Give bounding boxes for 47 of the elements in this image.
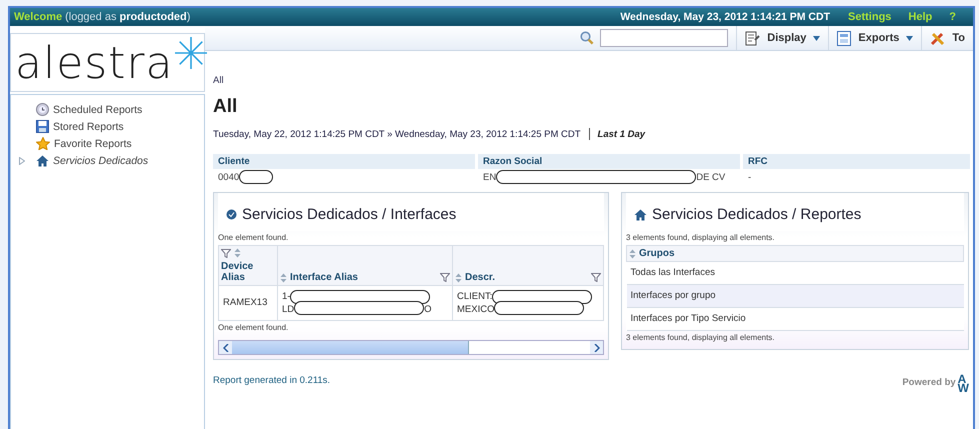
field-value: DE CV xyxy=(696,172,726,182)
welcome-label: Welcome xyxy=(14,11,62,23)
table-cell: Interfaces por Tipo Servicio xyxy=(626,308,964,330)
result-count: One element found. xyxy=(218,323,290,332)
column-header[interactable]: Descr. xyxy=(452,246,604,286)
field-value: - xyxy=(748,172,752,182)
nav-row[interactable]: Scheduled Reports xyxy=(19,102,204,117)
panel-title: Servicios Dedicados / Interfaces xyxy=(242,206,456,223)
period-label: Last 1 Day xyxy=(598,128,646,140)
result-count: 3 elements found, displaying all elements. xyxy=(626,233,776,242)
table-cell: 1- LD O xyxy=(278,286,452,320)
exports-button[interactable]: Exports xyxy=(828,26,922,50)
nav-item[interactable]: Scheduled Reports xyxy=(53,104,142,116)
table-cell: Interfaces por grupo xyxy=(626,284,964,308)
breadcrumb-link[interactable]: All xyxy=(213,75,973,86)
result-count: One element found. xyxy=(218,233,290,242)
column-header: RFC xyxy=(743,154,970,169)
generation-time: Report generated in 0.211s. xyxy=(213,375,330,386)
nav-item[interactable]: Favorite Reports xyxy=(54,138,132,150)
column-header[interactable]: Grupos xyxy=(626,246,964,262)
display-button[interactable]: Display xyxy=(736,26,828,50)
nav-item[interactable]: Servicios Dedicados xyxy=(53,154,148,166)
date-time: Wednesday, May 23, 2012 1:14:21 PM CDT xyxy=(620,11,830,23)
panel-title: Servicios Dedicados / Reportes xyxy=(652,206,862,223)
nav-item[interactable]: Stored Reports xyxy=(53,120,124,132)
page-title: All xyxy=(213,96,238,118)
result-count: 3 elements found, displaying all elements. xyxy=(626,333,776,342)
top-link[interactable]: ? xyxy=(949,11,956,23)
logged-as-text: (logged as productoded) xyxy=(65,11,190,23)
field-value: 0040 xyxy=(218,172,240,182)
top-link[interactable]: Help xyxy=(908,11,932,23)
column-header[interactable]: Interface Alias xyxy=(278,246,452,286)
column-header: Cliente xyxy=(213,154,475,169)
field-value: EN xyxy=(483,172,496,182)
logo-text: alestra xyxy=(15,37,174,91)
column-header: Razon Social xyxy=(478,154,740,169)
column-header[interactable]: Device Alias xyxy=(218,246,278,286)
table-cell: CLIENT: MEXICO xyxy=(452,286,604,320)
vendor-logo: A W xyxy=(958,375,969,393)
nav-row[interactable]: Favorite Reports xyxy=(19,136,204,151)
powered-by-label: Powered by xyxy=(902,377,956,388)
tools-button[interactable]: To xyxy=(921,26,973,50)
nav-row[interactable]: Servicios Dedicados xyxy=(19,153,204,168)
top-link[interactable]: Settings xyxy=(848,11,892,23)
nav-row[interactable]: Stored Reports xyxy=(19,119,204,134)
table-cell: RAMEX13 xyxy=(218,286,278,320)
date-range: Tuesday, May 22, 2012 1:14:25 PM CDT » Wednesday, May 23, 2012 1:14:25 PM CDT xyxy=(213,128,581,140)
